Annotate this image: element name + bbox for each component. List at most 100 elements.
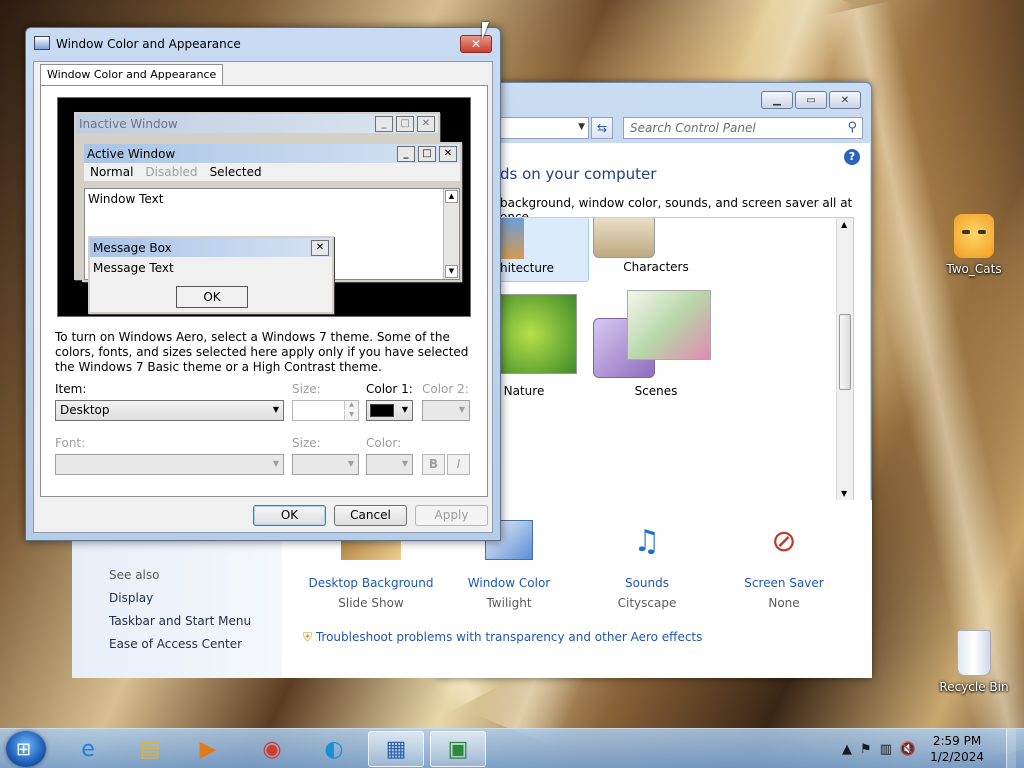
font-color-label: Color: — [366, 436, 402, 450]
scroll-up-icon[interactable]: ▲ — [841, 220, 847, 229]
cat-icon — [954, 214, 994, 258]
item-title: Window Color — [467, 576, 551, 590]
theme-label: Nature — [503, 384, 545, 398]
minimize-icon: _ — [397, 145, 415, 162]
theme-architecture[interactable]: hitecture — [499, 218, 589, 282]
window-text: Window Text — [88, 192, 164, 206]
system-tray: ▲ ⚑ ▥ 🔇 2:59 PM 1/2/2024 — [842, 729, 1024, 768]
aero-info-text: To turn on Windows Aero, select a Window… — [55, 330, 469, 374]
message-box-title-bar: Message Box ✕ — [90, 238, 332, 257]
appearance-preview[interactable]: Inactive Window _ □ ✕ Active Window _ □ ✕ No… — [57, 97, 471, 317]
network-icon[interactable]: ▥ — [880, 742, 892, 757]
minimize-button[interactable]: ▁ — [761, 91, 793, 109]
chevron-down-icon: ▼ — [347, 459, 354, 468]
screen-saver-item[interactable]: ⊘ Screen Saver None — [719, 520, 849, 610]
cp-sidebar — [72, 538, 282, 678]
window-icon — [34, 36, 50, 50]
file-explorer-icon[interactable]: ▤ — [122, 731, 178, 767]
desktop-icon-recycle-bin[interactable]: Recycle Bin — [934, 630, 1014, 694]
start-button[interactable]: ⊞ — [6, 731, 46, 767]
inactive-title-bar: Inactive Window _ □ ✕ — [76, 114, 438, 133]
ease-of-access-link[interactable]: Ease of Access Center — [109, 637, 242, 651]
tab-window-color[interactable]: Window Color and Appearance — [40, 64, 224, 86]
inactive-title: Inactive Window — [79, 116, 178, 131]
theme-label: hitecture — [500, 261, 554, 275]
chevron-down-icon: ▼ — [401, 405, 408, 414]
spin-down-icon: ▼ — [344, 411, 358, 420]
color1-label: Color 1: — [366, 382, 413, 396]
troubleshoot-link[interactable]: ⛨ Troubleshoot problems with transparenc… — [303, 630, 702, 645]
edge-icon[interactable]: ◐ — [306, 731, 362, 767]
scroll-down-icon: ▼ — [445, 265, 458, 278]
taskbar: ⊞ e ▤ ▶ ◉ ◐ ▦ ▣ ▲ ⚑ ▥ 🔇 2:59 PM 1/2/2024 — [0, 728, 1024, 768]
volume-muted-icon[interactable]: 🔇 — [900, 742, 916, 757]
font-label: Font: — [55, 436, 86, 450]
theme-nature[interactable]: Nature — [499, 290, 589, 400]
chevron-down-icon: ▼ — [458, 405, 465, 414]
preview-scrollbar: ▲ ▼ — [443, 189, 459, 279]
message-text: Message Text — [93, 261, 174, 275]
internet-explorer-icon[interactable]: e — [60, 731, 116, 767]
flag-icon[interactable]: ⚑ — [860, 742, 872, 757]
recycle-bin-icon — [957, 630, 991, 676]
address-bar[interactable]: ▼ — [497, 117, 589, 139]
item-dropdown[interactable]: Desktop ▼ — [55, 400, 284, 421]
help-icon[interactable]: ? — [844, 149, 860, 165]
theme-label: Characters — [623, 260, 689, 274]
item-label: Item: — [55, 382, 87, 396]
close-button[interactable]: ✕ — [829, 91, 861, 109]
item-value: Slide Show — [338, 596, 404, 610]
taskbar-start-menu-link[interactable]: Taskbar and Start Menu — [109, 614, 251, 628]
show-hidden-icons-icon[interactable]: ▲ — [842, 742, 852, 757]
desktop-icon-label: Recycle Bin — [939, 680, 1009, 694]
theme-list-scrollbar[interactable]: ▲ ▼ — [836, 218, 853, 500]
ok-button[interactable]: OK — [253, 505, 326, 526]
search-icon[interactable]: ⚲ — [847, 120, 857, 135]
active-title-bar: Active Window _ □ ✕ — [84, 144, 460, 163]
font-size-dropdown: ▼ — [292, 454, 359, 475]
scrollbar-thumb[interactable] — [839, 314, 851, 390]
close-icon: ✕ — [439, 145, 457, 162]
maximize-button[interactable]: ▭ — [795, 91, 827, 109]
item-value: None — [768, 596, 800, 610]
show-desktop-button[interactable] — [1006, 729, 1016, 768]
theme-thumbnail — [500, 218, 524, 259]
chrome-icon[interactable]: ◉ — [244, 731, 300, 767]
scroll-up-icon: ▲ — [445, 190, 458, 203]
theme-scenes[interactable]: Scenes — [591, 290, 721, 400]
clock[interactable]: 2:59 PM 1/2/2024 — [930, 733, 984, 765]
theme-characters[interactable]: Characters — [591, 218, 721, 282]
control-panel-icon[interactable]: ▦ — [368, 731, 424, 767]
color1-picker[interactable]: ▼ — [366, 400, 413, 421]
item-value: Desktop — [60, 403, 110, 417]
close-icon: ✕ — [417, 115, 435, 132]
scroll-down-icon[interactable]: ▼ — [841, 489, 847, 498]
item-value: Cityscape — [617, 596, 677, 610]
window-color-taskbar-icon[interactable]: ▣ — [430, 731, 486, 767]
sounds-item[interactable]: ♫ Sounds Cityscape — [582, 520, 712, 610]
display-link[interactable]: Display — [109, 591, 153, 605]
cancel-button[interactable]: Cancel — [334, 505, 407, 526]
search-input[interactable]: Search Control Panel ⚲ — [623, 117, 863, 139]
chevron-down-icon[interactable]: ▼ — [578, 122, 585, 132]
menu-selected: Selected — [209, 165, 262, 179]
page-heading: ds on your computer — [500, 165, 657, 183]
screen-saver-icon: ⊘ — [771, 524, 797, 559]
window-color-dialog[interactable]: Window Color and Appearance ✕ Window Col… — [25, 27, 501, 541]
item-title: Sounds — [624, 576, 670, 590]
color1-swatch — [370, 404, 394, 417]
theme-thumbnail — [593, 218, 655, 258]
maximize-icon: □ — [396, 115, 414, 132]
desktop-icon-two-cats[interactable]: Two_Cats — [934, 214, 1014, 276]
font-dropdown: ▼ — [55, 454, 284, 475]
preview-ok-button: OK — [176, 286, 248, 308]
close-icon: ✕ — [311, 239, 329, 256]
spin-up-icon: ▲ — [344, 401, 358, 410]
item-title: Desktop Background — [308, 576, 434, 590]
item-title: Screen Saver — [744, 576, 824, 590]
dialog-title: Window Color and Appearance — [56, 37, 241, 51]
media-player-icon[interactable]: ▶ — [180, 731, 236, 767]
font-size-label: Size: — [292, 436, 321, 450]
clock-date: 1/2/2024 — [930, 750, 984, 764]
refresh-button[interactable]: ⇆ — [591, 117, 613, 139]
